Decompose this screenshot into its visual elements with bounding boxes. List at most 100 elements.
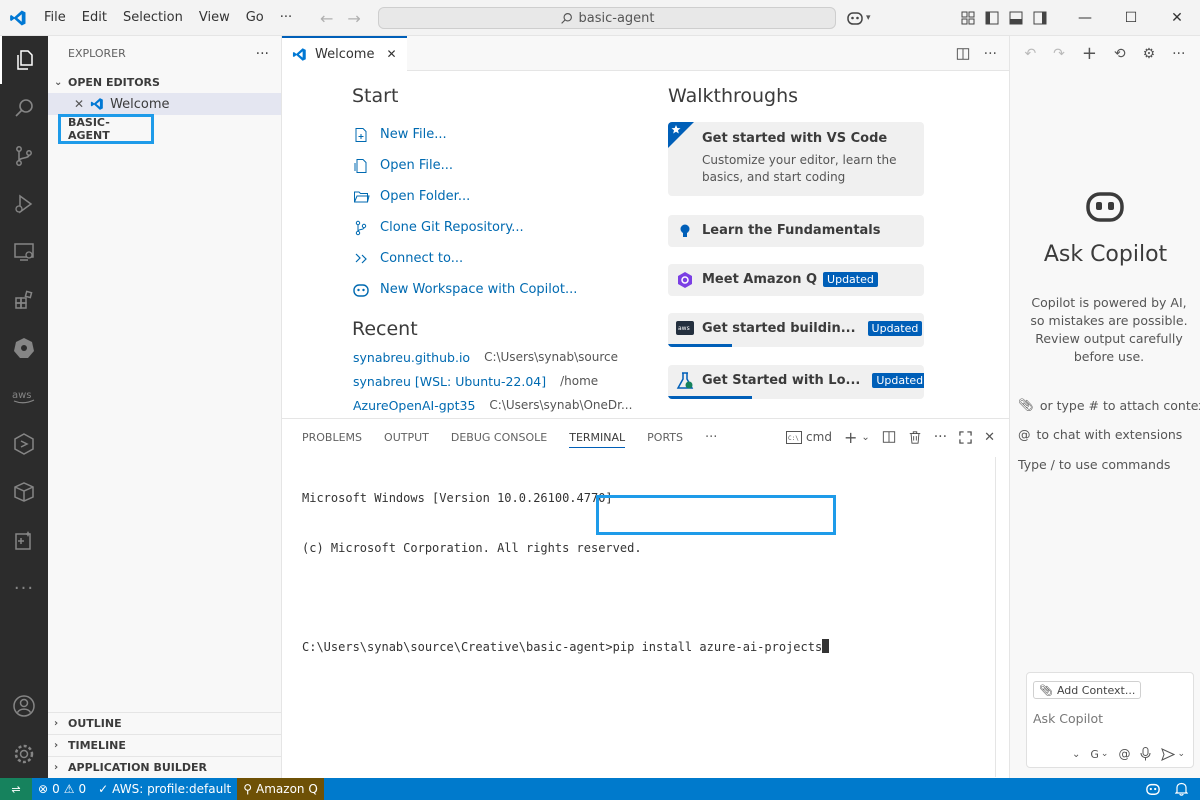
explorer-more-button[interactable]: ··· [256, 46, 269, 62]
app-builder-icon[interactable] [0, 516, 48, 564]
toggle-primary-sidebar-icon[interactable] [984, 10, 1000, 26]
close-window-icon[interactable]: ✕ [1154, 0, 1200, 36]
chevron-down-icon: ⌄ [54, 76, 63, 88]
redo-icon[interactable]: ↷ [1053, 46, 1065, 62]
menu-selection[interactable]: Selection [115, 0, 191, 36]
back-arrow-icon[interactable]: ← [320, 9, 333, 28]
hexagon-extension-icon[interactable] [0, 420, 48, 468]
walkthrough-fundamentals-card[interactable]: Learn the Fundamentals [668, 215, 924, 247]
undo-icon[interactable]: ↶ [1024, 46, 1036, 62]
welcome-page: Start New File... Open File... Open Fold… [282, 71, 1009, 418]
history-icon[interactable]: ⟲ [1114, 46, 1126, 62]
menu-file[interactable]: File [36, 0, 74, 36]
new-file-link[interactable]: New File... [352, 119, 642, 150]
add-context-button[interactable]: 📎︎ Add Context... [1033, 681, 1142, 699]
accounts-icon[interactable] [0, 682, 48, 730]
tab-terminal[interactable]: TERMINAL [569, 431, 626, 448]
tab-debug-console[interactable]: DEBUG CONSOLE [451, 431, 547, 444]
chevron-down-icon[interactable]: ⌄ [1072, 749, 1080, 760]
settings-gear-icon[interactable] [0, 730, 48, 778]
problems-status[interactable]: ⊗ 0 ⚠ 0 [32, 778, 92, 800]
updated-badge: Updated [867, 321, 923, 336]
explorer-icon[interactable] [0, 36, 48, 84]
run-debug-icon[interactable] [0, 180, 48, 228]
connect-to-link[interactable]: Connect to... [352, 243, 642, 274]
terminal-scrollbar[interactable] [995, 457, 1009, 777]
menu-go[interactable]: Go [238, 0, 272, 36]
forward-arrow-icon[interactable]: → [347, 9, 360, 28]
panel-more-tabs[interactable]: ··· [705, 430, 717, 445]
new-terminal-plus-icon[interactable]: + [844, 428, 857, 447]
chevron-down-icon[interactable]: ⌄ [861, 432, 869, 443]
panel-more-icon[interactable]: ··· [934, 429, 947, 445]
menu-view[interactable]: View [191, 0, 238, 36]
command-center-search[interactable]: basic-agent [378, 7, 836, 29]
toggle-secondary-sidebar-icon[interactable] [1032, 10, 1048, 26]
menu-more[interactable]: ··· [272, 0, 300, 36]
terminal-shell-selector[interactable]: C:\ cmd [786, 430, 832, 444]
tab-problems[interactable]: PROBLEMS [302, 431, 362, 444]
amazon-q-icon: ⚲ [243, 782, 253, 796]
notifications-bell-icon[interactable] [1175, 782, 1188, 796]
extensions-icon[interactable] [0, 276, 48, 324]
aws-icon[interactable]: aws [0, 372, 48, 420]
recent-item[interactable]: synabreu [WSL: Ubuntu-22.04] /home [353, 374, 598, 389]
new-workspace-copilot-link[interactable]: New Workspace with Copilot... [352, 274, 642, 305]
terminal-output[interactable]: Microsoft Windows [Version 10.0.26100.47… [302, 457, 830, 688]
walkthrough-local-card[interactable]: Get Started with Lo... Updated [668, 365, 924, 399]
timeline-section[interactable]: › TIMELINE [48, 734, 281, 756]
close-panel-icon[interactable]: ✕ [984, 430, 995, 445]
walkthrough-amazon-q-card[interactable]: Meet Amazon Q Updated [668, 264, 924, 296]
clone-git-link[interactable]: Clone Git Repository... [352, 212, 642, 243]
open-file-link[interactable]: Open File... [352, 150, 642, 181]
toggle-panel-icon[interactable] [1008, 10, 1024, 26]
explorer-title: EXPLORER [68, 47, 126, 60]
source-control-icon[interactable] [0, 132, 48, 180]
tab-close-icon[interactable]: ✕ [386, 47, 396, 61]
chat-input-box[interactable]: 📎︎ Add Context... Ask Copilot ⌄ G ⌄ @ ⌄ [1026, 672, 1194, 768]
container-box-icon[interactable] [0, 468, 48, 516]
folder-basic-agent[interactable]: BASIC-AGENT [58, 114, 154, 144]
outline-section[interactable]: › OUTLINE [48, 712, 281, 734]
remote-indicator[interactable]: ⇌ [0, 778, 32, 800]
menu-edit[interactable]: Edit [74, 0, 115, 36]
amazon-q-status[interactable]: ⚲ Amazon Q [237, 778, 324, 800]
open-folder-link[interactable]: Open Folder... [352, 181, 642, 212]
tab-welcome[interactable]: Welcome ✕ [282, 35, 407, 71]
model-picker[interactable]: G ⌄ [1090, 748, 1108, 761]
search-view-icon[interactable] [0, 84, 48, 132]
close-icon[interactable]: ✕ [74, 97, 84, 111]
walkthrough-aws-card[interactable]: aws Get started buildin... Updated [668, 313, 924, 347]
copilot-menu-button[interactable]: ▾ [846, 8, 871, 28]
recent-item[interactable]: synabreu.github.io C:\Users\synab\source [353, 350, 618, 365]
aws-profile-status[interactable]: ✓ AWS: profile:default [92, 778, 237, 800]
editor-more-icon[interactable]: ··· [984, 46, 997, 62]
chat-more-icon[interactable]: ··· [1172, 46, 1185, 62]
more-views-icon[interactable]: ··· [0, 564, 48, 612]
tab-output[interactable]: OUTPUT [384, 431, 429, 444]
open-file-icon [352, 157, 370, 175]
chat-settings-gear-icon[interactable]: ⚙ [1143, 46, 1156, 62]
split-terminal-icon[interactable] [882, 430, 896, 444]
copilot-icon[interactable] [1145, 782, 1161, 796]
microphone-icon[interactable] [1140, 747, 1151, 761]
open-editors-header[interactable]: ⌄ OPEN EDITORS [48, 71, 281, 93]
maximize-icon[interactable]: ☐ [1108, 0, 1154, 36]
customize-layout-icon[interactable] [960, 10, 976, 26]
lightbulb-icon [680, 224, 690, 237]
kubernetes-icon[interactable] [0, 324, 48, 372]
minimize-icon[interactable]: — [1062, 0, 1108, 36]
mention-at-icon[interactable]: @ [1118, 747, 1130, 761]
maximize-panel-icon[interactable] [959, 430, 972, 444]
open-editor-welcome[interactable]: ✕ Welcome [48, 93, 281, 115]
application-builder-section[interactable]: › APPLICATION BUILDER [48, 756, 281, 778]
new-chat-plus-icon[interactable]: + [1082, 43, 1097, 64]
chevron-down-icon[interactable]: ⌄ [1177, 749, 1185, 759]
recent-item[interactable]: AzureOpenAI-gpt35 C:\Users\synab\OneDr..… [353, 398, 632, 413]
trash-icon[interactable] [908, 430, 922, 444]
tab-ports[interactable]: PORTS [647, 431, 683, 444]
split-editor-icon[interactable] [956, 47, 970, 61]
send-icon[interactable] [1161, 747, 1176, 761]
remote-explorer-icon[interactable] [0, 228, 48, 276]
walkthrough-vscode-card[interactable]: Get started with VS Code Customize your … [668, 122, 924, 196]
